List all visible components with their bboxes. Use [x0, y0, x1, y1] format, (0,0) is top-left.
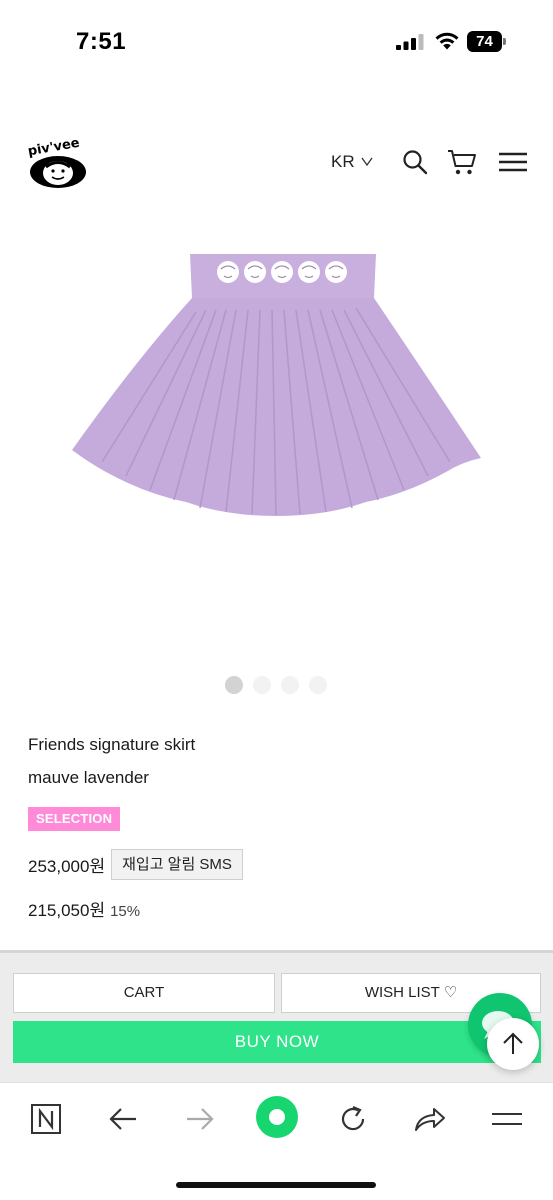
forward-arrow-icon — [187, 1108, 214, 1130]
product-color: mauve lavender — [28, 768, 149, 787]
menu-icon — [492, 1113, 522, 1125]
battery-icon: 74 — [467, 31, 507, 52]
cart-button[interactable]: CART — [13, 973, 275, 1013]
search-icon[interactable] — [402, 149, 428, 175]
hamburger-menu-icon[interactable] — [498, 151, 528, 173]
svg-text:piv'vee: piv'vee — [27, 136, 81, 160]
reload-button[interactable] — [333, 1099, 373, 1139]
cart-icon[interactable] — [447, 148, 477, 176]
browser-toolbar — [0, 1082, 553, 1200]
price-row: 253,000원 재입고 알림 SMS — [28, 848, 243, 880]
browser-menu-button[interactable] — [487, 1099, 527, 1139]
status-bar: 7:51 74 — [0, 0, 553, 86]
language-label: KR — [331, 152, 355, 171]
carousel-dots — [225, 676, 327, 694]
product-image[interactable] — [66, 250, 486, 525]
back-button[interactable] — [103, 1099, 143, 1139]
share-button[interactable] — [410, 1099, 450, 1139]
selection-badge: SELECTION — [28, 807, 121, 831]
reload-icon — [341, 1105, 365, 1131]
language-selector[interactable]: KR — [331, 150, 373, 174]
scroll-to-top-button[interactable] — [487, 1018, 539, 1070]
naver-icon — [31, 1104, 61, 1134]
restock-sms-button[interactable]: 재입고 알림 SMS — [111, 848, 243, 880]
naver-button[interactable] — [26, 1099, 66, 1139]
signal-icon — [396, 34, 424, 50]
sale-price: 215,050원 — [28, 901, 106, 920]
forward-button[interactable] — [180, 1099, 220, 1139]
wifi-icon — [435, 32, 459, 50]
status-time: 7:51 — [76, 28, 127, 55]
home-indicator — [176, 1182, 376, 1188]
sale-price-row: 215,050원 15% — [28, 896, 140, 921]
site-header: piv'vee KR — [0, 130, 553, 200]
product-name: Friends signature skirt — [28, 735, 196, 754]
original-price: 253,000원 — [28, 856, 106, 876]
arrow-up-icon — [503, 1032, 523, 1054]
carousel-dot-2[interactable] — [253, 676, 271, 694]
buy-now-button[interactable]: BUY NOW — [13, 1021, 541, 1063]
carousel-dot-4[interactable] — [309, 676, 327, 694]
pivvee-logo[interactable]: piv'vee — [24, 134, 90, 192]
share-icon — [415, 1108, 445, 1131]
battery-level: 74 — [476, 33, 493, 50]
carousel-dot-1[interactable] — [225, 676, 243, 694]
carousel-dot-3[interactable] — [281, 676, 299, 694]
back-arrow-icon — [109, 1108, 136, 1130]
home-icon[interactable] — [256, 1096, 298, 1138]
chevron-down-icon — [361, 157, 373, 167]
discount-rate: 15% — [110, 903, 141, 920]
